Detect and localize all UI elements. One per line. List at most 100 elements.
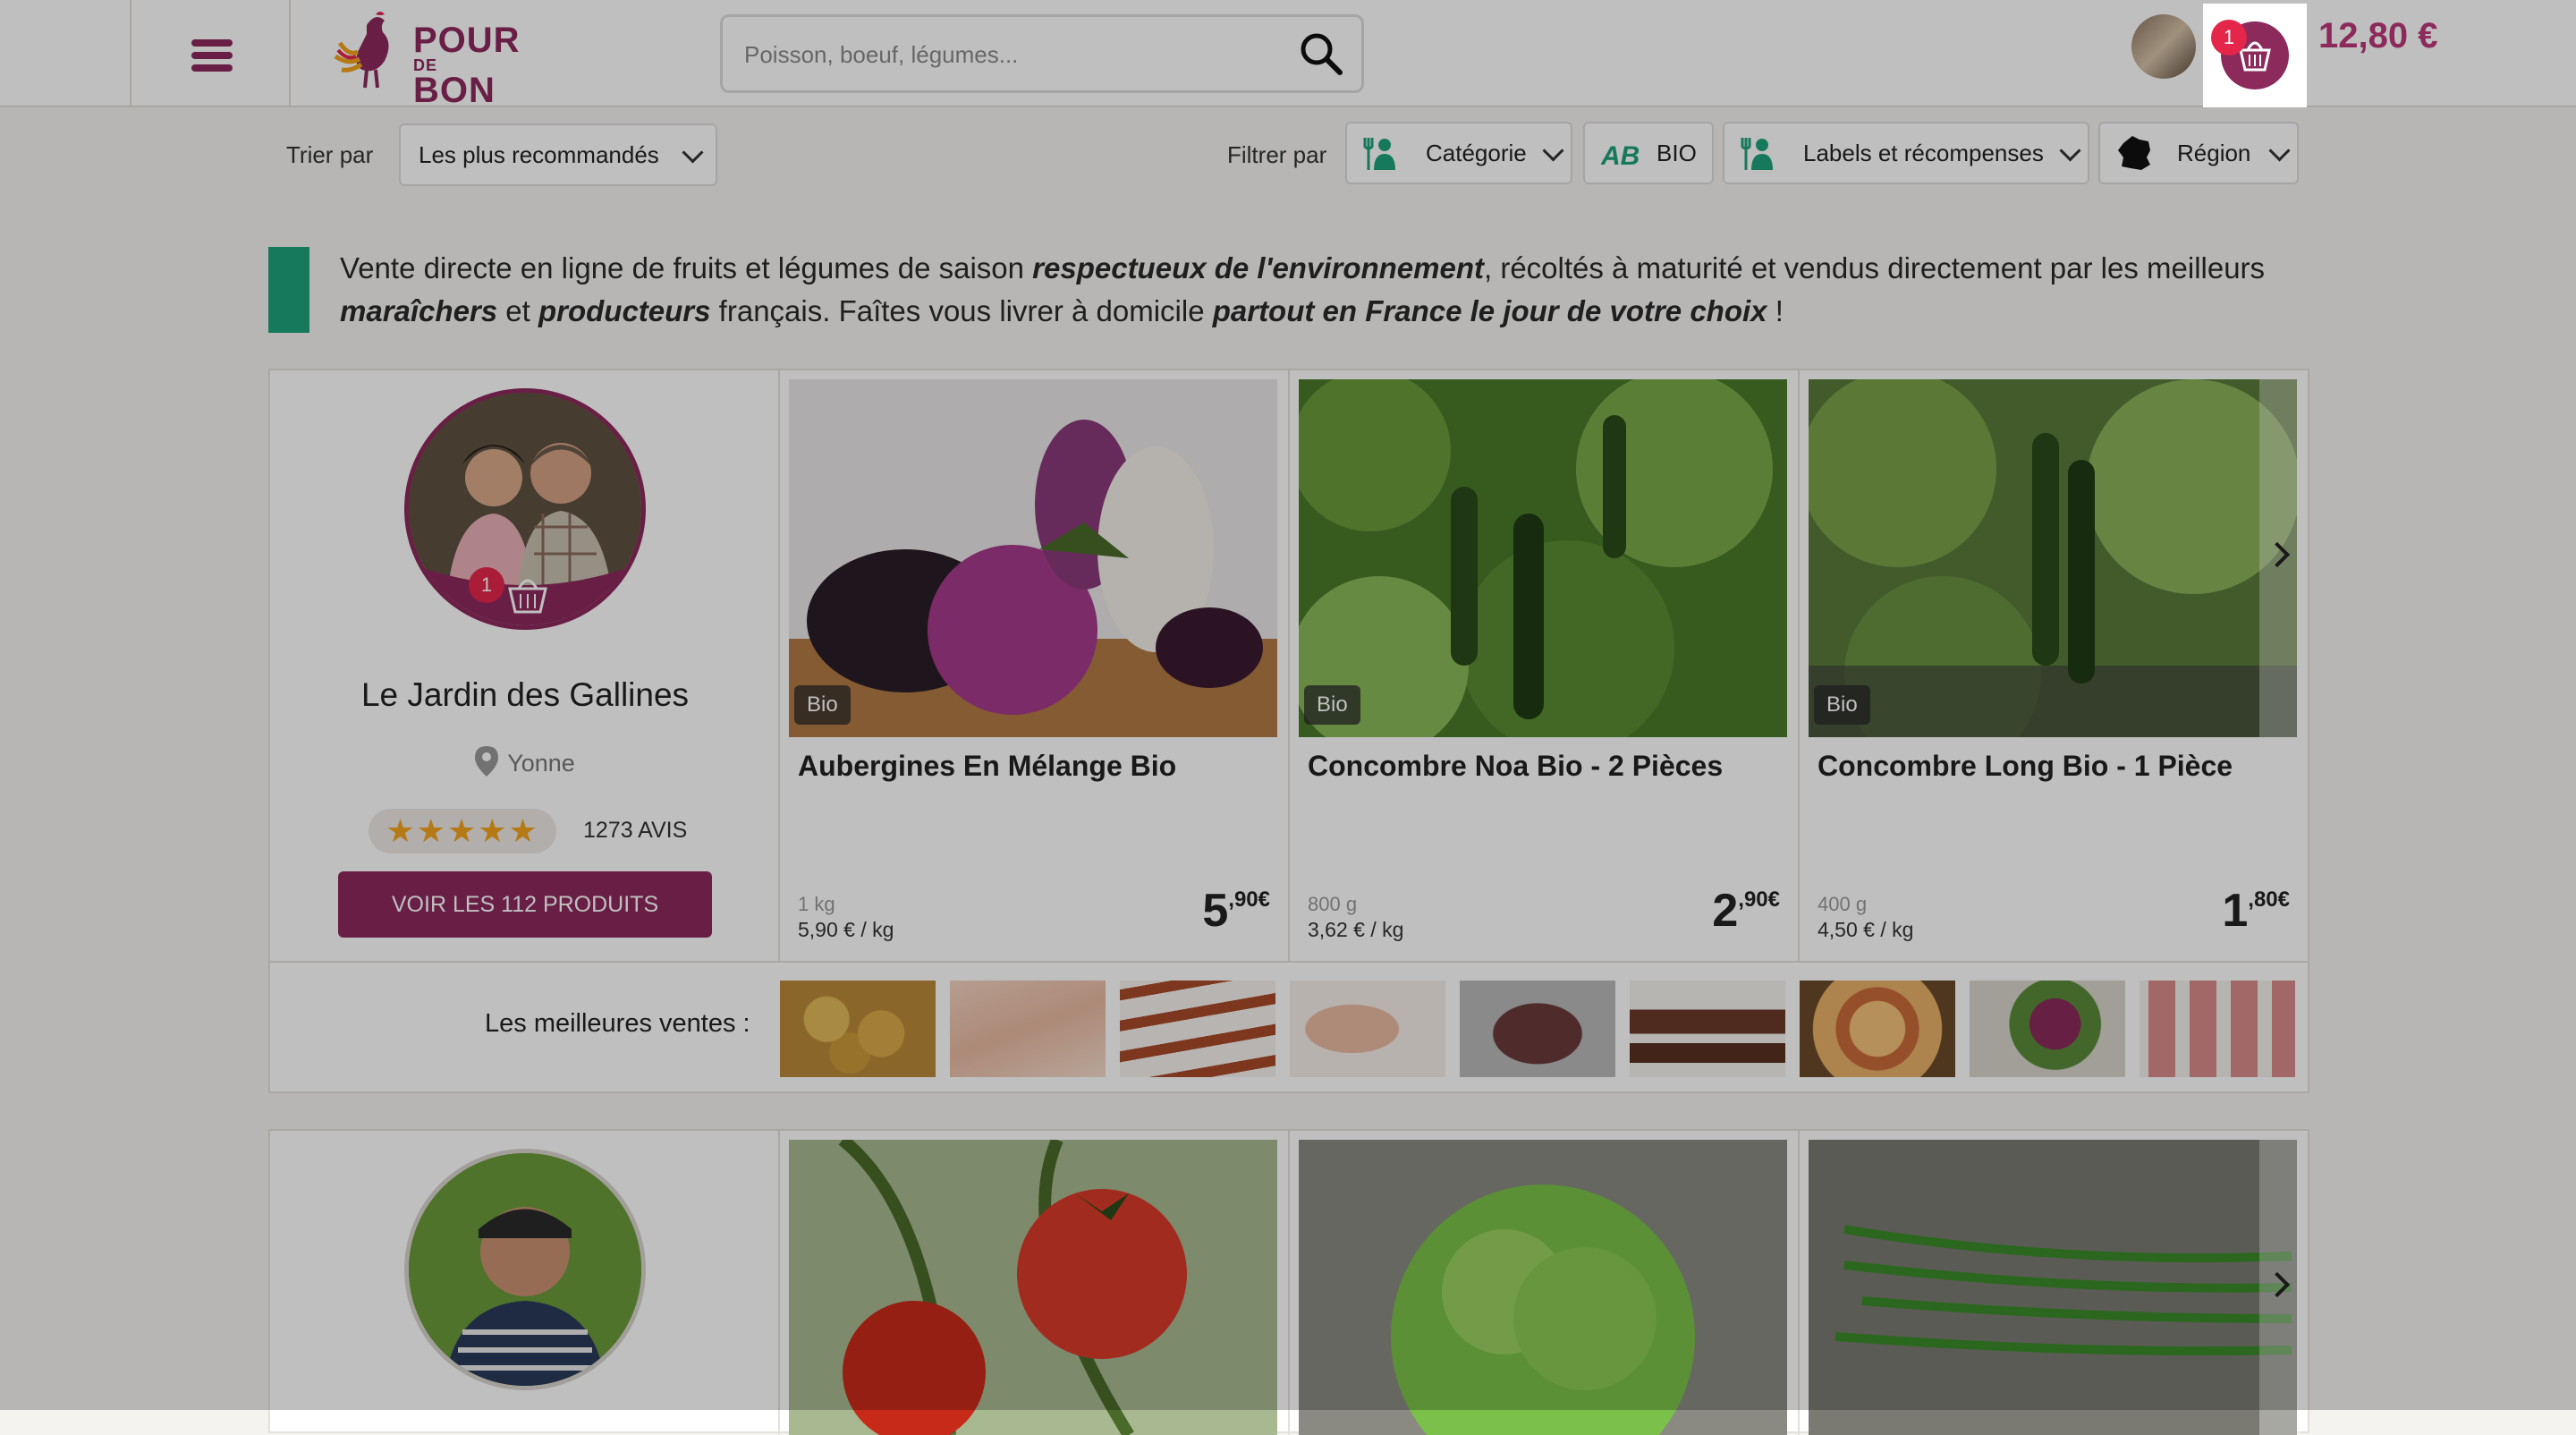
france-map-icon xyxy=(2118,136,2150,170)
product-unit-price: 4,50 € / kg xyxy=(1818,918,1914,941)
product-price: 2,90€ xyxy=(1712,884,1780,938)
carousel-next-button[interactable] xyxy=(2259,379,2301,737)
filter-label: Filtrer par xyxy=(1227,141,1327,168)
price-decimals: ,90€ xyxy=(1228,887,1270,912)
user-avatar[interactable] xyxy=(2131,14,2196,79)
product-weight: 400 g xyxy=(1818,893,1868,915)
sort-select[interactable]: Les plus recommandés xyxy=(399,123,717,186)
ab-bio-icon: AB xyxy=(1601,141,1639,171)
product-image xyxy=(1809,379,2297,737)
cart-button[interactable]: 1 xyxy=(2203,4,2307,107)
chevron-down-icon xyxy=(2268,140,2291,162)
menu-button[interactable] xyxy=(130,0,291,107)
intro-text-bold: partout en France le jour de votre choix xyxy=(1212,294,1767,327)
bio-badge: Bio xyxy=(794,685,851,725)
sort-filter-bar: Trier par Les plus recommandés Filtrer p… xyxy=(0,109,2576,199)
product-title[interactable]: Aubergines En Mélange Bio xyxy=(798,750,1176,783)
product-card[interactable] xyxy=(1290,1131,1800,1435)
rooster-icon xyxy=(334,12,389,89)
best-seller-thumb[interactable] xyxy=(780,981,936,1077)
producer-info: 1 Le Jardin des Gallines Yonne ★★★★★ 127… xyxy=(270,370,780,961)
product-card[interactable]: Bio Concombre Long Bio - 1 Pièce 400 g 4… xyxy=(1800,370,2308,961)
product-image xyxy=(1809,1140,2297,1435)
intro-text-part: et xyxy=(497,294,538,327)
intro-text-part: Vente directe en ligne de fruits et légu… xyxy=(340,251,1033,284)
search-icon xyxy=(1301,33,1343,75)
carousel-next-button[interactable] xyxy=(2259,1140,2301,1435)
intro-text-part: ! xyxy=(1767,294,1784,327)
cart-total[interactable]: 12,80 € xyxy=(2318,16,2437,56)
product-unit-price: 5,90 € / kg xyxy=(798,918,894,941)
intro-banner: Vente directe en ligne de fruits et légu… xyxy=(268,247,2272,333)
sort-value: Les plus recommandés xyxy=(419,141,659,168)
search-box xyxy=(720,14,1364,93)
chevron-down-icon xyxy=(2059,140,2081,162)
filter-category[interactable]: Catégorie xyxy=(1345,122,1572,184)
basket-icon xyxy=(508,579,547,614)
intro-text-part: français. Faîtes vous livrer à domicile xyxy=(710,294,1213,327)
best-seller-thumb[interactable] xyxy=(1290,981,1445,1077)
intro-text-part: , récoltés à maturité et vendus directem… xyxy=(1484,251,2266,284)
intro-text-bold: producteurs xyxy=(538,294,711,327)
search-button[interactable] xyxy=(1297,30,1345,78)
product-image xyxy=(789,1140,1277,1435)
location-pin-icon xyxy=(475,746,499,777)
view-products-button[interactable]: VOIR LES 112 PRODUITS xyxy=(338,871,712,938)
producer-name[interactable]: Le Jardin des Gallines xyxy=(270,676,780,714)
menu-icon-bar xyxy=(191,64,233,72)
chevron-down-icon xyxy=(682,141,704,164)
chevron-down-icon xyxy=(1542,140,1564,162)
producer-cart-badge: 1 xyxy=(469,567,504,603)
price-decimals: ,80€ xyxy=(2248,887,2290,912)
producer-card: 1 Le Jardin des Gallines Yonne ★★★★★ 127… xyxy=(268,369,2309,1093)
farmer-icon xyxy=(1741,138,1773,170)
product-title[interactable]: Concombre Long Bio - 1 Pièce xyxy=(1818,750,2233,783)
best-seller-thumb[interactable] xyxy=(1970,981,2125,1077)
best-sellers: Les meilleures ventes : xyxy=(270,961,2308,1091)
best-seller-thumb[interactable] xyxy=(2140,981,2295,1077)
logo[interactable]: POUR DE BON xyxy=(331,7,537,108)
product-card[interactable]: Bio Aubergines En Mélange Bio 1 kg 5,90 … xyxy=(780,370,1290,961)
farmer-icon xyxy=(1363,138,1395,170)
menu-icon-bar xyxy=(191,39,233,47)
intro-text-bold: respectueux de l'environnement xyxy=(1032,251,1484,284)
filter-category-label: Catégorie xyxy=(1426,140,1527,166)
best-seller-thumb[interactable] xyxy=(950,981,1106,1077)
producer-avatar[interactable] xyxy=(404,1149,646,1390)
price-integer: 2 xyxy=(1712,885,1739,937)
intro-text-bold: maraîchers xyxy=(340,294,498,327)
price-decimals: ,90€ xyxy=(1738,887,1780,912)
filter-bio[interactable]: AB BIO xyxy=(1583,122,1714,184)
svg-text:AB: AB xyxy=(1601,141,1639,171)
search-input[interactable] xyxy=(742,17,1265,92)
producer-photo xyxy=(409,1153,641,1386)
product-image xyxy=(789,379,1277,737)
product-card[interactable] xyxy=(780,1131,1290,1435)
chevron-right-icon xyxy=(2264,541,2291,568)
product-card[interactable]: Bio Concombre Noa Bio - 2 Pièces 800 g 3… xyxy=(1290,370,1800,961)
sort-label: Trier par xyxy=(286,141,374,168)
filter-labels-label: Labels et récompenses xyxy=(1803,140,2044,166)
best-seller-thumb[interactable] xyxy=(1460,981,1615,1077)
price-integer: 1 xyxy=(2222,885,2249,937)
best-seller-thumb[interactable] xyxy=(1800,981,1955,1077)
filter-labels[interactable]: Labels et récompenses xyxy=(1723,122,2089,184)
bio-badge: Bio xyxy=(1814,685,1870,725)
best-seller-thumb[interactable] xyxy=(1630,981,1785,1077)
product-card[interactable] xyxy=(1800,1131,2308,1435)
product-weight: 1 kg xyxy=(798,893,835,915)
price-integer: 5 xyxy=(1202,885,1229,937)
producer-location: Yonne xyxy=(270,746,780,777)
top-header: POUR DE BON xyxy=(0,0,2576,108)
product-title[interactable]: Concombre Noa Bio - 2 Pièces xyxy=(1308,750,1723,783)
producer-info xyxy=(270,1131,780,1435)
product-price: 1,80€ xyxy=(2222,884,2290,938)
product-weight: 800 g xyxy=(1308,893,1358,915)
filter-region-label: Région xyxy=(2177,140,2251,166)
filter-region[interactable]: Région xyxy=(2098,122,2299,184)
best-seller-thumb[interactable] xyxy=(1120,981,1275,1077)
intro-accent-bar xyxy=(268,247,309,333)
product-image xyxy=(1299,379,1787,737)
best-sellers-label: Les meilleures ventes : xyxy=(485,1009,750,1038)
review-count[interactable]: 1273 AVIS xyxy=(583,818,687,844)
